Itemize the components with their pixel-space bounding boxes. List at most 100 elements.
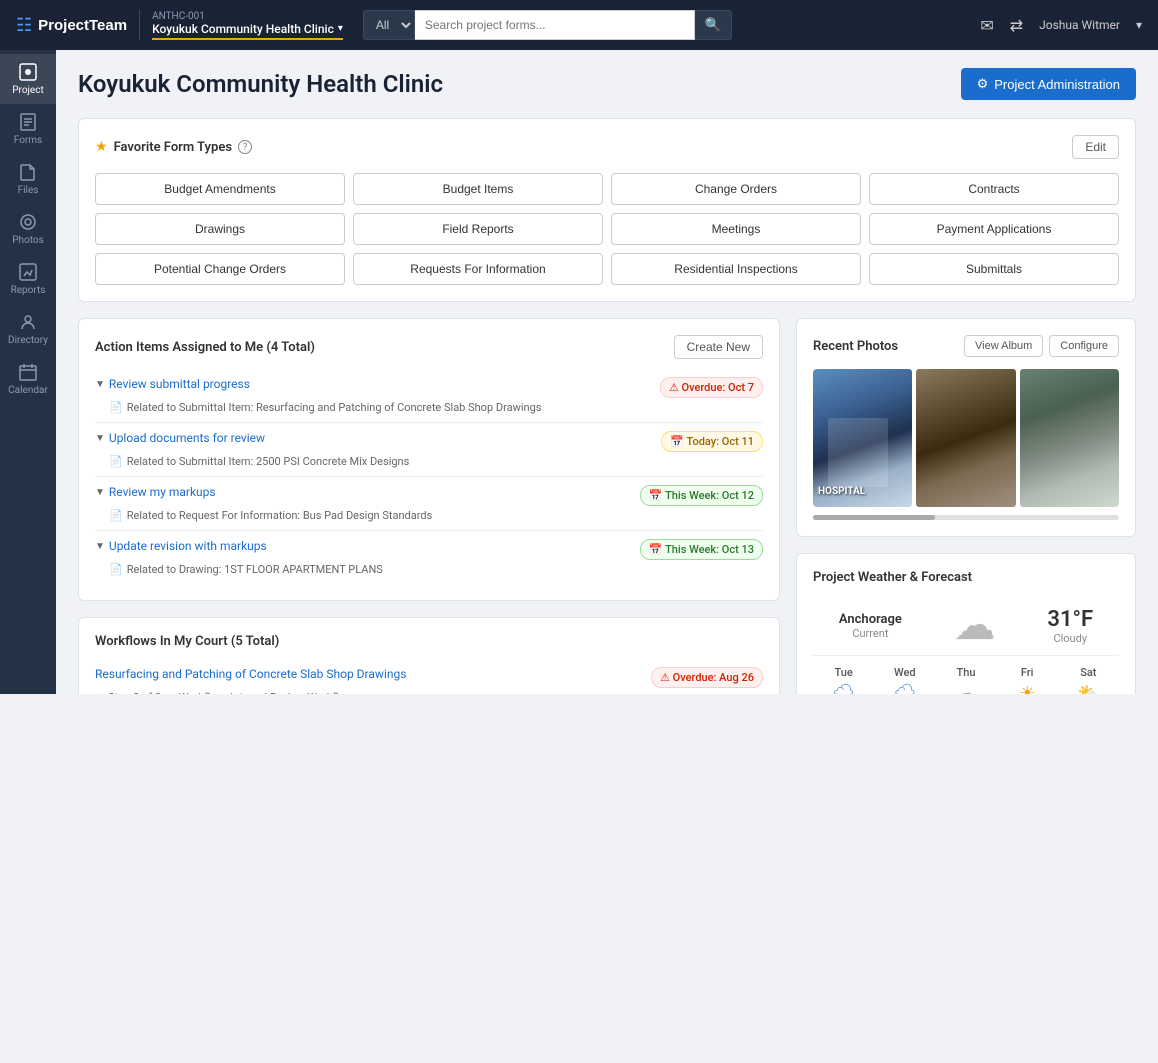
action-item: ▼ Review submittal progress ⚠ Overdue: O… bbox=[95, 369, 763, 423]
project-info: ANTHC-001 Koyukuk Community Health Clini… bbox=[152, 11, 343, 40]
project-icon bbox=[18, 62, 38, 82]
action-item-sub-2: 📄 Related to Submittal Item: 2500 PSI Co… bbox=[95, 455, 763, 468]
workflow-badge-1: ⚠ Overdue: Aug 26 bbox=[651, 667, 763, 688]
view-album-button[interactable]: View Album bbox=[964, 335, 1043, 357]
action-item: ▼ Update revision with markups 📅 This We… bbox=[95, 531, 763, 584]
project-name-nav[interactable]: Koyukuk Community Health Clinic ▾ bbox=[152, 22, 343, 40]
logo-icon: ☷ bbox=[16, 15, 32, 36]
user-name[interactable]: Joshua Witmer bbox=[1039, 18, 1120, 32]
photo-1[interactable]: HOSPITAL bbox=[813, 369, 912, 507]
forms-icon bbox=[18, 112, 38, 132]
form-btn-contracts[interactable]: Contracts bbox=[869, 173, 1119, 205]
workflows-title: Workflows In My Court (5 Total) bbox=[95, 634, 279, 649]
favorite-forms-header: ★ Favorite Form Types ? Edit bbox=[95, 135, 1119, 159]
project-admin-button[interactable]: ⚙ Project Administration bbox=[961, 68, 1136, 100]
logo[interactable]: ☷ ProjectTeam bbox=[16, 15, 127, 36]
form-btn-submittals[interactable]: Submittals bbox=[869, 253, 1119, 285]
favorite-forms-card: ★ Favorite Form Types ? Edit Budget Amen… bbox=[78, 118, 1136, 302]
workflow-title-1[interactable]: Resurfacing and Patching of Concrete Sla… bbox=[95, 667, 643, 681]
edit-button[interactable]: Edit bbox=[1072, 135, 1119, 159]
forecast-day-tue: Tue 🌧 ★★☆ bbox=[830, 666, 857, 694]
action-item-title-1[interactable]: Review submittal progress bbox=[109, 377, 250, 391]
photo-2[interactable] bbox=[916, 369, 1015, 507]
sidebar: Project Forms Files Photos Reports Direc… bbox=[0, 50, 56, 694]
forecast-day-label-wed: Wed bbox=[894, 666, 916, 679]
workflows-card: Workflows In My Court (5 Total) Resurfac… bbox=[78, 617, 780, 694]
form-btn-potential-change-orders[interactable]: Potential Change Orders bbox=[95, 253, 345, 285]
share-icon[interactable]: ⇄ bbox=[1010, 16, 1023, 35]
action-item-title-4[interactable]: Update revision with markups bbox=[109, 539, 267, 553]
doc-icon-3: 📄 bbox=[109, 509, 123, 522]
gear-icon: ⚙ bbox=[977, 76, 989, 92]
right-col: Recent Photos View Album Configure HOSPI… bbox=[796, 318, 1136, 694]
form-btn-payment-applications[interactable]: Payment Applications bbox=[869, 213, 1119, 245]
page-header: Koyukuk Community Health Clinic ⚙ Projec… bbox=[78, 68, 1136, 100]
chevron-down-icon: ▾ bbox=[338, 23, 343, 34]
nav-right: ✉ ⇄ Joshua Witmer ▾ bbox=[980, 16, 1142, 35]
configure-button[interactable]: Configure bbox=[1049, 335, 1119, 357]
search-button[interactable]: 🔍 bbox=[695, 10, 733, 40]
user-chevron-icon: ▾ bbox=[1136, 18, 1142, 32]
search-area: All 🔍 bbox=[363, 10, 733, 40]
action-item-badge-2: 📅 Today: Oct 11 bbox=[661, 431, 763, 452]
form-btn-meetings[interactable]: Meetings bbox=[611, 213, 861, 245]
two-col-layout: Action Items Assigned to Me (4 Total) Cr… bbox=[78, 318, 1136, 694]
collapse-icon-2[interactable]: ▼ bbox=[95, 433, 105, 444]
sidebar-item-reports[interactable]: Reports bbox=[0, 254, 56, 304]
calendar-icon bbox=[18, 362, 38, 382]
doc-icon-2: 📄 bbox=[109, 455, 123, 468]
sidebar-item-files[interactable]: Files bbox=[0, 154, 56, 204]
action-items-card: Action Items Assigned to Me (4 Total) Cr… bbox=[78, 318, 780, 601]
search-input[interactable] bbox=[415, 10, 695, 40]
directory-icon bbox=[18, 312, 38, 332]
sidebar-item-project[interactable]: Project bbox=[0, 54, 56, 104]
photos-grid: HOSPITAL bbox=[813, 369, 1119, 507]
form-type-grid: Budget Amendments Budget Items Change Or… bbox=[95, 173, 1119, 285]
action-item-title-2[interactable]: Upload documents for review bbox=[109, 431, 265, 445]
action-item-badge-1: ⚠ Overdue: Oct 7 bbox=[660, 377, 763, 398]
form-btn-rfi[interactable]: Requests For Information bbox=[353, 253, 603, 285]
form-btn-residential-inspections[interactable]: Residential Inspections bbox=[611, 253, 861, 285]
create-new-button[interactable]: Create New bbox=[674, 335, 763, 359]
notifications-icon[interactable]: ✉ bbox=[980, 16, 993, 35]
collapse-icon-1[interactable]: ▼ bbox=[95, 379, 105, 390]
left-col: Action Items Assigned to Me (4 Total) Cr… bbox=[78, 318, 780, 694]
sidebar-item-calendar[interactable]: Calendar bbox=[0, 354, 56, 404]
action-item-title-3[interactable]: Review my markups bbox=[109, 485, 216, 499]
doc-icon-4: 📄 bbox=[109, 563, 123, 576]
photos-icon bbox=[18, 212, 38, 232]
sidebar-item-directory[interactable]: Directory bbox=[0, 304, 56, 354]
collapse-icon-4[interactable]: ▼ bbox=[95, 541, 105, 552]
action-item-badge-3: 📅 This Week: Oct 12 bbox=[640, 485, 763, 506]
reports-icon bbox=[18, 262, 38, 282]
action-item-sub-3: 📄 Related to Request For Information: Bu… bbox=[95, 509, 763, 522]
form-btn-budget-amendments[interactable]: Budget Amendments bbox=[95, 173, 345, 205]
recent-photos-card: Recent Photos View Album Configure HOSPI… bbox=[796, 318, 1136, 537]
sidebar-item-forms[interactable]: Forms bbox=[0, 104, 56, 154]
project-code: ANTHC-001 bbox=[152, 11, 343, 22]
page-title: Koyukuk Community Health Clinic bbox=[78, 70, 443, 98]
action-item-sub-1: 📄 Related to Submittal Item: Resurfacing… bbox=[95, 401, 763, 414]
sidebar-item-photos[interactable]: Photos bbox=[0, 204, 56, 254]
form-btn-field-reports[interactable]: Field Reports bbox=[353, 213, 603, 245]
workflows-header: Workflows In My Court (5 Total) bbox=[95, 634, 763, 649]
help-icon[interactable]: ? bbox=[238, 140, 252, 154]
action-items-header: Action Items Assigned to Me (4 Total) Cr… bbox=[95, 335, 763, 359]
star-icon: ★ bbox=[95, 139, 108, 155]
forecast-day-label: Tue bbox=[834, 666, 852, 679]
form-btn-change-orders[interactable]: Change Orders bbox=[611, 173, 861, 205]
workflow-item: Resurfacing and Patching of Concrete Sla… bbox=[95, 659, 763, 694]
action-item-badge-4: 📅 This Week: Oct 13 bbox=[640, 539, 763, 560]
photos-scroll-bar[interactable] bbox=[813, 515, 1119, 520]
action-item: ▼ Review my markups 📅 This Week: Oct 12 … bbox=[95, 477, 763, 531]
form-btn-drawings[interactable]: Drawings bbox=[95, 213, 345, 245]
files-icon bbox=[18, 162, 38, 182]
photos-title: Recent Photos bbox=[813, 339, 898, 354]
form-btn-budget-items[interactable]: Budget Items bbox=[353, 173, 603, 205]
rain-icon-tue: 🌧 bbox=[832, 683, 855, 694]
collapse-icon-3[interactable]: ▼ bbox=[95, 487, 105, 498]
doc-icon: 📄 bbox=[109, 401, 123, 414]
top-nav: ☷ ProjectTeam ANTHC-001 Koyukuk Communit… bbox=[0, 0, 1158, 50]
favorite-forms-title: Favorite Form Types bbox=[114, 140, 232, 155]
search-filter-select[interactable]: All bbox=[363, 10, 415, 40]
